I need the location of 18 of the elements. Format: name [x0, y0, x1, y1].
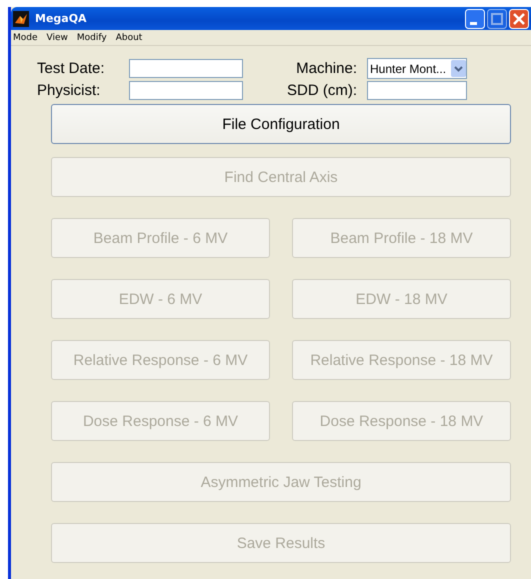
maximize-icon[interactable]: [487, 8, 507, 28]
window-title: MegaQA: [35, 12, 87, 25]
field-label: Machine:: [295, 59, 358, 78]
menu-item[interactable]: About: [116, 32, 142, 42]
menu-item[interactable]: Modify: [76, 32, 107, 42]
machine-dropdown[interactable]: Hunter Mont...: [367, 58, 467, 79]
app-logo-icon: [13, 10, 29, 26]
field-label: Physicist:: [37, 81, 102, 100]
minimize-icon[interactable]: [465, 8, 485, 28]
input-field[interactable]: [367, 81, 467, 100]
field-label: SDD (cm):: [286, 81, 358, 100]
close-icon[interactable]: [509, 8, 529, 28]
input-field[interactable]: [129, 81, 243, 100]
input-field[interactable]: [129, 59, 243, 78]
action-button[interactable]: File Configuration: [51, 104, 511, 144]
menu-item[interactable]: Mode: [13, 32, 38, 42]
field-label: Test Date:: [37, 59, 106, 78]
menu-item[interactable]: View: [46, 32, 68, 42]
